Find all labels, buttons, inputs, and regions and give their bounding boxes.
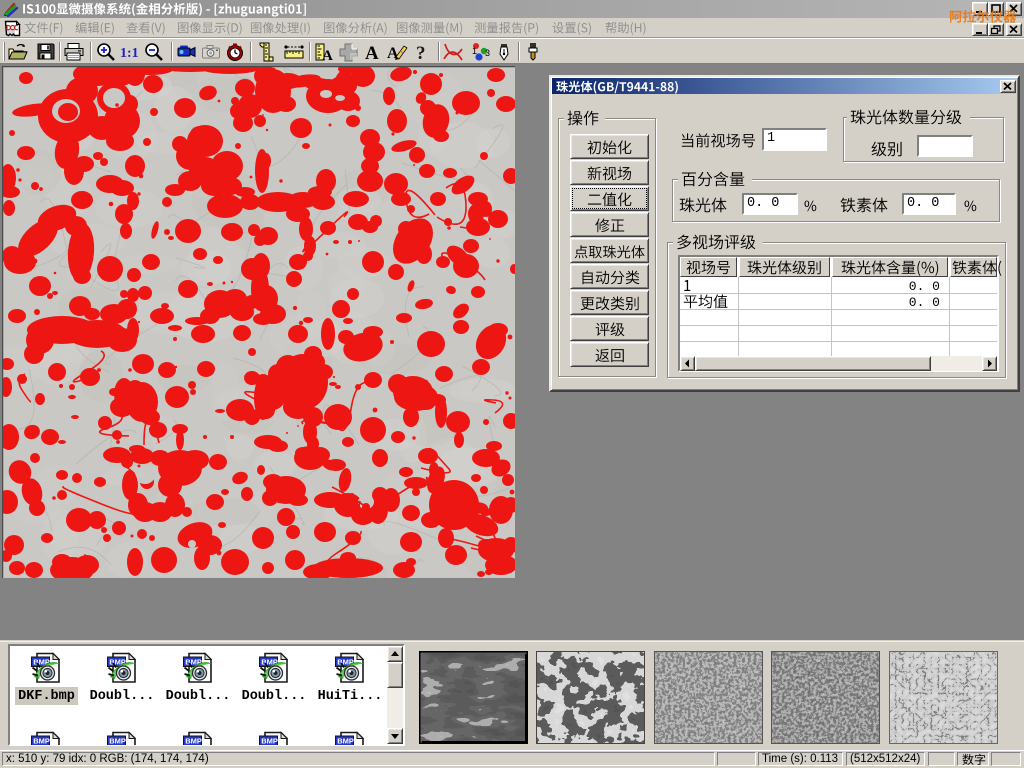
- svg-text:1: 1: [472, 46, 477, 56]
- svg-text:BMP: BMP: [337, 737, 354, 745]
- svg-text:A: A: [365, 43, 379, 63]
- svg-text:1:1: 1:1: [120, 46, 139, 61]
- svg-text:A: A: [387, 45, 399, 62]
- svg-text:A: A: [322, 48, 333, 63]
- svg-text:3: 3: [485, 48, 490, 58]
- svg-text:BMP: BMP: [261, 737, 278, 745]
- svg-text:BMP: BMP: [109, 737, 126, 745]
- svg-text:BMP: BMP: [185, 737, 202, 745]
- svg-text:BMP: BMP: [33, 737, 50, 745]
- svg-text:?: ?: [416, 43, 426, 63]
